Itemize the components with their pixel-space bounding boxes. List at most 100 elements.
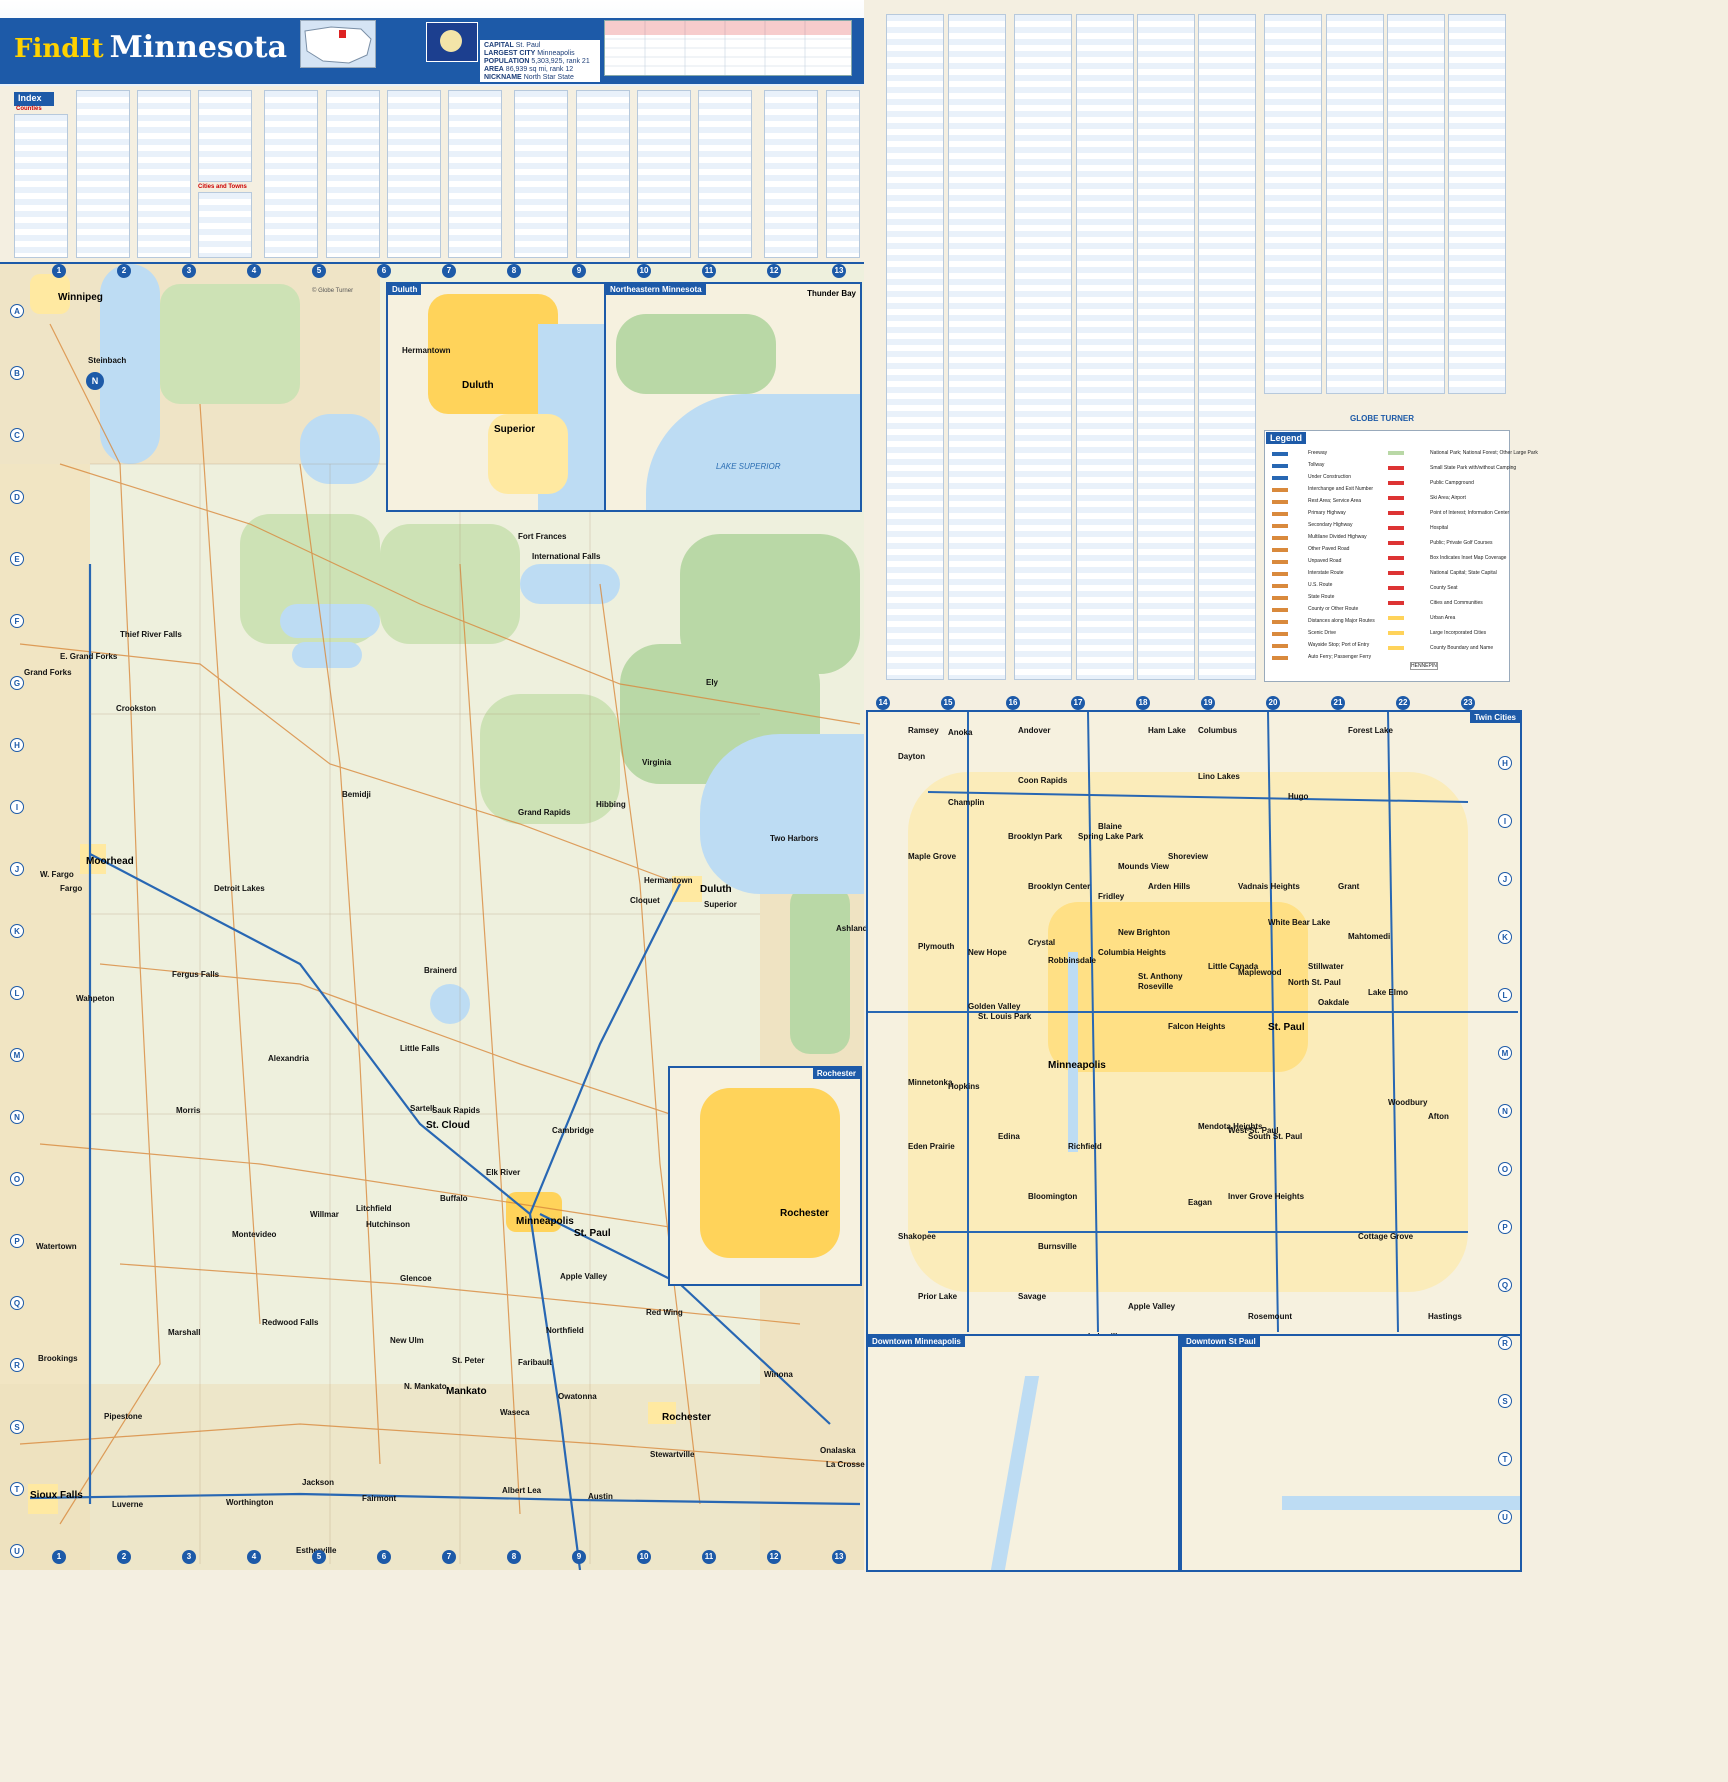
city-detroit-lakes: Detroit Lakes xyxy=(214,884,265,893)
twin-grid-number-top: 18 xyxy=(1136,696,1150,710)
grid-number-top: 11 xyxy=(702,264,716,278)
twin-city-label: Roseville xyxy=(1138,982,1174,991)
grid-number-top: 9 xyxy=(572,264,586,278)
city-little-falls: Little Falls xyxy=(400,1044,440,1053)
city-n-mankato: N. Mankato xyxy=(404,1382,447,1391)
state-name: Minnesota xyxy=(109,30,288,65)
legend-item: Box Indicates Inset Map Coverage xyxy=(1430,555,1507,561)
legend-item: Public Campground xyxy=(1430,480,1474,486)
city-winona: Winona xyxy=(764,1370,793,1379)
legend-swatch xyxy=(1272,464,1288,468)
index-column xyxy=(448,90,502,258)
grid-number-top: 10 xyxy=(637,264,651,278)
grid-letter-left: O xyxy=(10,1172,24,1186)
index-column xyxy=(576,90,630,258)
grid-letter-left: S xyxy=(10,1420,24,1434)
legend-title: Legend xyxy=(1266,432,1307,444)
city-cloquet: Cloquet xyxy=(630,896,660,905)
brand-name: FindIt xyxy=(14,34,104,64)
index-column xyxy=(1264,14,1322,394)
twin-city-label: Richfield xyxy=(1068,1142,1102,1151)
city-moorhead: Moorhead xyxy=(86,856,134,867)
twin-city-label: Bloomington xyxy=(1028,1192,1078,1201)
twin-grid-letter-right: L xyxy=(1498,988,1512,1002)
legend-swatch xyxy=(1272,548,1288,552)
lake-superior-ne xyxy=(646,394,860,510)
legend-item: Urban Area xyxy=(1430,615,1456,621)
twin-city-label: Maplewood xyxy=(1238,968,1282,977)
grid-number-top: 5 xyxy=(312,264,326,278)
twin-city-label: Prior Lake xyxy=(918,1292,958,1301)
twin-city-label: Shoreview xyxy=(1168,852,1209,861)
legend-swatch xyxy=(1388,586,1404,590)
city-hermantown: Hermantown xyxy=(644,876,693,885)
grid-number-top: 4 xyxy=(247,264,261,278)
twin-city-label: Hastings xyxy=(1428,1312,1462,1321)
facts-largest: Minneapolis xyxy=(537,50,575,57)
twin-city-label: Falcon Heights xyxy=(1168,1022,1226,1031)
city-ely: Ely xyxy=(706,678,719,687)
city-e-grand-forks: E. Grand Forks xyxy=(60,652,118,661)
legend-swatch xyxy=(1272,608,1288,612)
twin-grid-number-top: 17 xyxy=(1071,696,1085,710)
legend-item: Small State Park with/without Camping xyxy=(1430,465,1517,471)
grid-letter-left: A xyxy=(10,304,24,318)
legend-county-sample: HENNEPIN xyxy=(1410,662,1438,670)
index-column xyxy=(198,90,252,182)
grid-number-top: 2 xyxy=(117,264,131,278)
legend-item: Cities and Communities xyxy=(1430,600,1483,606)
twin-city-label: Rosemount xyxy=(1248,1312,1292,1321)
twin-city-label: Plymouth xyxy=(918,942,955,951)
city-duluth: Duluth xyxy=(700,884,732,895)
legend-swatch xyxy=(1272,656,1288,660)
legend-item: Ski Area; Airport xyxy=(1430,495,1466,501)
twin-grid-number-top: 14 xyxy=(876,696,890,710)
city-fargo: Fargo xyxy=(60,884,83,893)
facts-capital-label: CAPITAL xyxy=(484,42,514,49)
twin-city-label: Forest Lake xyxy=(1348,726,1393,735)
index-column xyxy=(326,90,380,258)
twin-city-label: Fridley xyxy=(1098,892,1125,901)
twin-city-label: Edina xyxy=(998,1132,1020,1141)
grid-number-top: 6 xyxy=(377,264,391,278)
grid-letter-left: E xyxy=(10,552,24,566)
twin-city-label: New Hope xyxy=(968,948,1007,957)
legend-swatch xyxy=(1272,524,1288,528)
legend-swatch xyxy=(1388,496,1404,500)
city-onalaska: Onalaska xyxy=(820,1446,856,1455)
legend-item: County Boundary and Name xyxy=(1430,645,1494,651)
city-w-fargo: W. Fargo xyxy=(40,870,74,879)
index-column xyxy=(264,90,318,258)
grid-number-bottom: 10 xyxy=(637,1550,651,1564)
legend-swatch xyxy=(1388,541,1404,545)
twin-grid-letter-right: H xyxy=(1498,756,1512,770)
index-column xyxy=(886,14,944,680)
legend-item: Primary Highway xyxy=(1308,510,1346,516)
legend-swatch xyxy=(1272,560,1288,564)
facts-area: 86,939 sq mi, rank 12 xyxy=(505,66,574,73)
legend-swatch xyxy=(1272,620,1288,624)
legend-item: State Route xyxy=(1308,594,1335,600)
index-column xyxy=(198,192,252,258)
grid-letter-left: N xyxy=(10,1110,24,1124)
north-arrow-icon: N xyxy=(86,372,104,390)
inset-ne-title: Northeastern Minnesota xyxy=(606,284,706,295)
city-new-ulm: New Ulm xyxy=(390,1336,424,1345)
map-title: FindIt Minnesota xyxy=(14,30,287,65)
legend-item: Wayside Stop; Port of Entry xyxy=(1308,642,1370,648)
grid-letter-left: K xyxy=(10,924,24,938)
twin-city-label: Arden Hills xyxy=(1148,882,1191,891)
inset-thunder-bay-label: Thunder Bay xyxy=(807,289,856,298)
grid-number-top: 8 xyxy=(507,264,521,278)
city-st-cloud: St. Cloud xyxy=(426,1120,470,1131)
twin-city-label: Cottage Grove xyxy=(1358,1232,1414,1241)
legend-item: National Capital; State Capital xyxy=(1430,570,1497,576)
city-crookston: Crookston xyxy=(116,704,156,713)
twin-city-label: Golden Valley xyxy=(968,1002,1021,1011)
inset-city-hermantown: Hermantown xyxy=(402,346,451,355)
grid-number-bottom: 1 xyxy=(52,1550,66,1564)
grid-letter-left: T xyxy=(10,1482,24,1496)
legend-item: Unpaved Road xyxy=(1308,558,1342,564)
city-faribault: Faribault xyxy=(518,1358,552,1367)
legend-item: Multilane Divided Highway xyxy=(1308,534,1367,540)
